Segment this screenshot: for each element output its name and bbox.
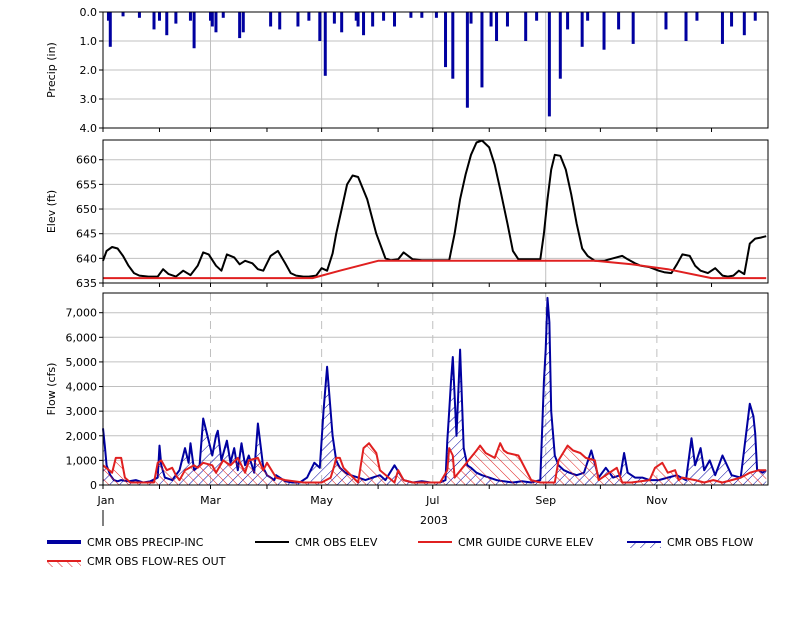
precip-panel — [99, 11, 769, 132]
precip-bar — [409, 12, 413, 18]
elev-y-tick-label: 655 — [76, 178, 97, 191]
flow-y-tick-label: 6,000 — [66, 331, 98, 344]
precip-bar — [480, 12, 484, 88]
precip-bar — [720, 12, 724, 44]
precip-bar — [278, 12, 282, 30]
precip-bar — [469, 12, 473, 24]
precip-bar — [318, 12, 322, 41]
precip-bar — [489, 12, 493, 27]
flow-y-tick-label: 7,000 — [66, 307, 98, 320]
elev-y-tick-label: 635 — [76, 277, 97, 290]
precip-bar — [535, 12, 539, 21]
legend-label: CMR OBS FLOW — [667, 536, 754, 549]
precip-bar — [174, 12, 178, 24]
precip-bar — [210, 12, 214, 27]
precip-bar — [420, 12, 424, 18]
precip-bar — [558, 12, 562, 79]
precip-bar — [165, 12, 169, 36]
legend-label: CMR OBS PRECIP-INC — [87, 536, 204, 549]
precip-bar — [152, 12, 156, 30]
precip-y-tick-label: 1.0 — [80, 35, 98, 48]
legend-item — [627, 541, 661, 548]
elev-y-tick-label: 645 — [76, 228, 97, 241]
precip-y-tick-label: 4.0 — [80, 122, 98, 135]
flow-y-tick-label: 3,000 — [66, 405, 98, 418]
precip-bar — [393, 12, 397, 27]
elev-panel — [99, 139, 769, 287]
legend-swatch — [47, 540, 81, 544]
precip-bar — [465, 12, 469, 108]
legend-item — [47, 560, 81, 567]
legend-label: CMR OBS FLOW-RES OUT — [87, 555, 226, 568]
flow-y-tick-label: 1,000 — [66, 454, 98, 467]
flow-y-tick-label: 0 — [90, 479, 97, 492]
precip-bar — [108, 12, 112, 47]
precip-bar — [444, 12, 448, 68]
precip-bar — [371, 12, 375, 27]
precip-bar — [214, 12, 218, 33]
precip-y-tick-label: 2.0 — [80, 64, 98, 77]
precip-bar — [382, 12, 386, 21]
elev-y-axis-label: Elev (ft) — [45, 190, 58, 233]
precip-bar — [664, 12, 668, 30]
legend-label: CMR OBS ELEV — [295, 536, 378, 549]
elev-y-tick-label: 650 — [76, 203, 97, 216]
precip-bar — [505, 12, 509, 27]
precip-bar — [362, 12, 366, 36]
hydrograph-chart: 0.0 1.0 2.0 3.0 4.0 Precip (in) 635 640 645 650 65… — [45, 6, 769, 568]
precip-bar — [121, 12, 125, 17]
precip-bar — [332, 12, 336, 24]
precip-bar — [631, 12, 635, 44]
x-month-label: Jul — [425, 494, 439, 507]
flow-y-tick-label: 5,000 — [66, 356, 98, 369]
flow-panel — [99, 292, 769, 489]
cmr-obs-flow-area — [103, 297, 767, 485]
precip-bar — [742, 12, 746, 36]
precip-bar — [684, 12, 688, 41]
precip-bar — [451, 12, 455, 79]
precip-bar — [356, 12, 360, 27]
precip-bar — [566, 12, 570, 30]
legend-label: CMR GUIDE CURVE ELEV — [458, 536, 594, 549]
precip-bar — [495, 12, 499, 41]
precip-bar — [296, 12, 300, 27]
precip-bar — [586, 12, 590, 21]
elev-y-tick-label: 660 — [76, 154, 97, 167]
precip-bar — [730, 12, 734, 27]
x-month-label: Jan — [97, 494, 115, 507]
flow-y-tick-label: 2,000 — [66, 430, 98, 443]
precip-bar — [617, 12, 621, 30]
precip-bar — [524, 12, 528, 41]
x-year-label: 2003 — [420, 514, 448, 527]
precip-bar — [547, 12, 551, 117]
x-month-label: Sep — [535, 494, 556, 507]
cmr-guide-curve-elev-line — [103, 259, 767, 280]
x-month-label: Mar — [200, 494, 221, 507]
precip-bar — [602, 12, 606, 50]
precip-bar — [192, 12, 196, 49]
x-month-label: May — [310, 494, 333, 507]
precip-bar — [753, 12, 757, 21]
flow-y-tick-label: 4,000 — [66, 381, 98, 394]
precip-bar — [241, 12, 245, 33]
precip-bar — [188, 12, 192, 21]
precip-y-tick-label: 3.0 — [80, 93, 98, 106]
precip-bar — [580, 12, 584, 47]
elev-y-tick-label: 640 — [76, 252, 97, 265]
precip-y-tick-label: 0.0 — [80, 6, 98, 19]
x-month-label: Nov — [646, 494, 668, 507]
precip-bar — [323, 12, 327, 76]
legend-item — [47, 540, 81, 544]
precip-bar — [137, 12, 141, 18]
precip-bar — [269, 12, 273, 27]
precip-bar — [157, 12, 161, 21]
precip-bar — [307, 12, 311, 21]
precip-bar — [221, 12, 225, 18]
flow-y-axis-label: Flow (cfs) — [45, 363, 58, 416]
precip-bar — [238, 12, 242, 39]
precip-bar — [695, 12, 699, 21]
precip-bar — [434, 12, 438, 18]
precip-bar — [340, 12, 344, 33]
precip-y-axis-label: Precip (in) — [45, 42, 58, 98]
